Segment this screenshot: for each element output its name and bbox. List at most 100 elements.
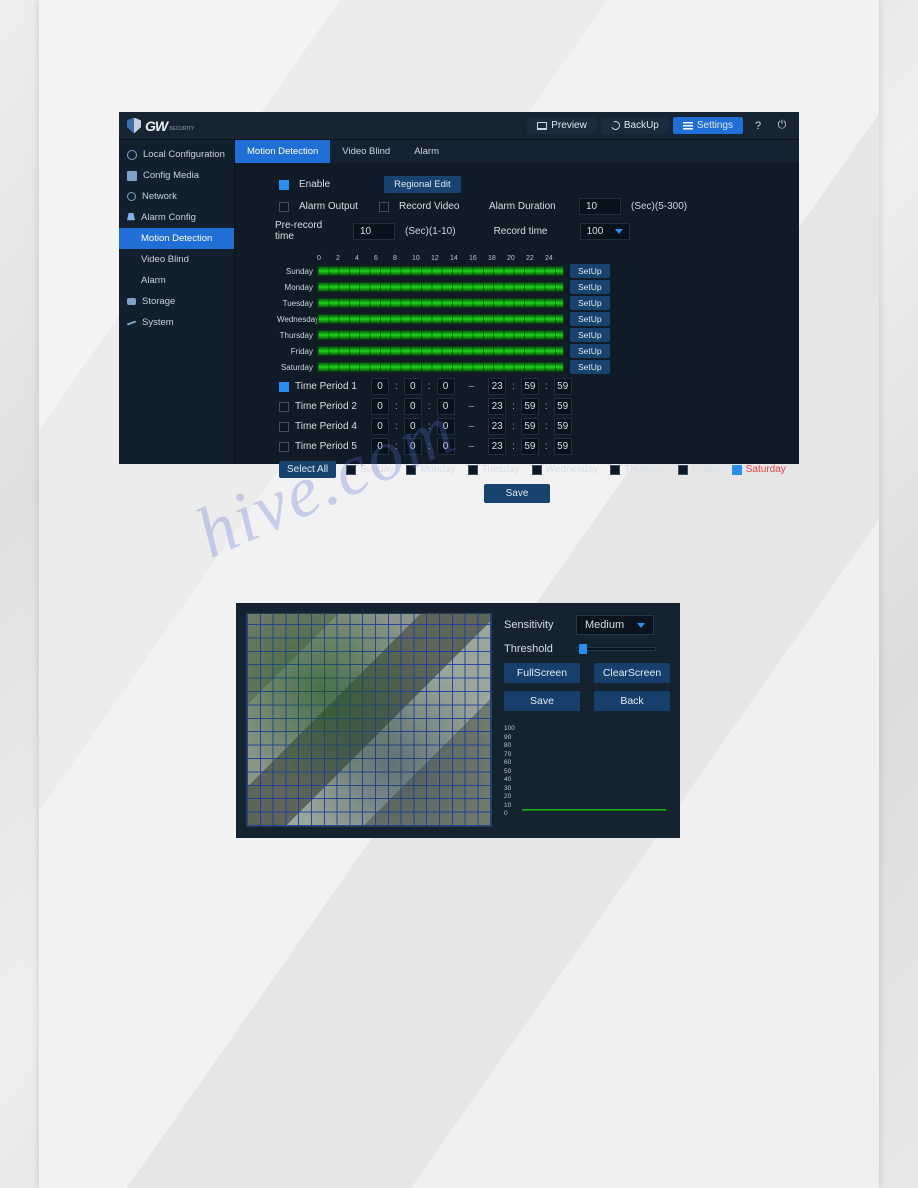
sidebar-item-storage[interactable]: Storage bbox=[119, 291, 234, 312]
tp-s1[interactable] bbox=[437, 398, 455, 415]
alarm-output-checkbox[interactable] bbox=[279, 202, 289, 212]
clearscreen-button[interactable]: ClearScreen bbox=[594, 663, 670, 683]
tp-s2[interactable] bbox=[554, 398, 572, 415]
tp-s2[interactable] bbox=[554, 418, 572, 435]
sidebar-item-video-blind[interactable]: Video Blind bbox=[119, 249, 234, 270]
tp-h2[interactable] bbox=[488, 438, 506, 455]
tp-m1[interactable] bbox=[404, 438, 422, 455]
tp-s1[interactable] bbox=[437, 438, 455, 455]
region-save-button[interactable]: Save bbox=[504, 691, 580, 711]
time-period-row: Time Period 1::–:: bbox=[279, 378, 799, 395]
slider-thumb[interactable] bbox=[579, 644, 587, 654]
time-period-checkbox[interactable] bbox=[279, 402, 289, 412]
tp-m1[interactable] bbox=[404, 378, 422, 395]
time-period-checkbox[interactable] bbox=[279, 382, 289, 392]
shield-icon bbox=[127, 118, 141, 134]
tp-m2[interactable] bbox=[521, 378, 539, 395]
sidebar-item-motion-detection[interactable]: Motion Detection bbox=[119, 228, 234, 249]
tab-motion-detection[interactable]: Motion Detection bbox=[235, 140, 330, 163]
prerecord-input[interactable] bbox=[353, 223, 395, 240]
day-checkbox-wednesday[interactable]: Wednesday bbox=[532, 464, 599, 475]
day-checkbox-friday[interactable]: Friday bbox=[678, 464, 720, 475]
schedule-bar[interactable] bbox=[317, 266, 564, 276]
time-period-checkbox[interactable] bbox=[279, 422, 289, 432]
sensitivity-select[interactable]: Medium bbox=[576, 615, 654, 635]
day-checkbox-monday[interactable]: Monday bbox=[406, 464, 456, 475]
sidebar-item-network[interactable]: Network bbox=[119, 186, 234, 207]
sidebar-item-alarm[interactable]: Alarm bbox=[119, 270, 234, 291]
preview-button[interactable]: Preview bbox=[527, 117, 597, 134]
tp-h1[interactable] bbox=[371, 378, 389, 395]
tp-h1[interactable] bbox=[371, 418, 389, 435]
tp-m2[interactable] bbox=[521, 418, 539, 435]
save-button[interactable]: Save bbox=[484, 484, 551, 503]
sidebar-item-label: Motion Detection bbox=[141, 233, 212, 244]
alarm-duration-input[interactable] bbox=[579, 198, 621, 215]
record-video-checkbox[interactable] bbox=[379, 202, 389, 212]
tab-alarm[interactable]: Alarm bbox=[402, 140, 451, 163]
tp-s2[interactable] bbox=[554, 438, 572, 455]
tp-h2[interactable] bbox=[488, 378, 506, 395]
schedule-setup-button[interactable]: SetUp bbox=[570, 360, 610, 374]
schedule-day-label: Saturday bbox=[277, 363, 317, 372]
tab-video-blind[interactable]: Video Blind bbox=[330, 140, 402, 163]
tp-s1[interactable] bbox=[437, 418, 455, 435]
tp-m1[interactable] bbox=[404, 398, 422, 415]
schedule-setup-button[interactable]: SetUp bbox=[570, 280, 610, 294]
schedule-bar[interactable] bbox=[317, 330, 564, 340]
threshold-slider[interactable] bbox=[576, 647, 656, 651]
enable-checkbox[interactable] bbox=[279, 180, 289, 190]
alarm-duration-hint: (Sec)(5-300) bbox=[631, 201, 687, 212]
help-button[interactable]: ? bbox=[749, 117, 767, 135]
day-check[interactable] bbox=[678, 465, 688, 475]
regional-edit-button[interactable]: Regional Edit bbox=[384, 176, 461, 193]
schedule-bar[interactable] bbox=[317, 346, 564, 356]
backup-label: BackUp bbox=[624, 120, 659, 131]
region-back-button[interactable]: Back bbox=[594, 691, 670, 711]
tp-m2[interactable] bbox=[521, 398, 539, 415]
tp-s2[interactable] bbox=[554, 378, 572, 395]
tp-s1[interactable] bbox=[437, 378, 455, 395]
day-check[interactable] bbox=[732, 465, 742, 475]
region-preview[interactable] bbox=[246, 613, 492, 827]
scale-tick: 70 bbox=[504, 751, 515, 758]
settings-button[interactable]: Settings bbox=[673, 117, 743, 134]
schedule-setup-button[interactable]: SetUp bbox=[570, 344, 610, 358]
record-time-select[interactable]: 100 bbox=[580, 223, 630, 240]
day-checkbox-tuesday[interactable]: Tuesday bbox=[468, 464, 520, 475]
sidebar-item-config-media[interactable]: Config Media bbox=[119, 165, 234, 186]
schedule-bar[interactable] bbox=[317, 362, 564, 372]
day-check[interactable] bbox=[406, 465, 416, 475]
schedule-setup-button[interactable]: SetUp bbox=[570, 296, 610, 310]
tp-m1[interactable] bbox=[404, 418, 422, 435]
tp-m2[interactable] bbox=[521, 438, 539, 455]
sidebar-item-local-config[interactable]: Local Configuration bbox=[119, 144, 234, 165]
schedule-bar[interactable] bbox=[317, 298, 564, 308]
sidebar-item-system[interactable]: System bbox=[119, 312, 234, 333]
tp-h1[interactable] bbox=[371, 438, 389, 455]
day-check[interactable] bbox=[468, 465, 478, 475]
tp-h2[interactable] bbox=[488, 418, 506, 435]
backup-button[interactable]: BackUp bbox=[601, 117, 669, 134]
fullscreen-button[interactable]: FullScreen bbox=[504, 663, 580, 683]
select-all-button[interactable]: Select All bbox=[279, 461, 336, 478]
day-check[interactable] bbox=[346, 465, 356, 475]
tp-h1[interactable] bbox=[371, 398, 389, 415]
day-checkbox-saturday[interactable]: Saturday bbox=[732, 464, 786, 475]
hour-tick: 8 bbox=[393, 255, 412, 262]
day-check[interactable] bbox=[610, 465, 620, 475]
time-period-checkbox[interactable] bbox=[279, 442, 289, 452]
schedule-setup-button[interactable]: SetUp bbox=[570, 312, 610, 326]
day-check[interactable] bbox=[532, 465, 542, 475]
tp-h2[interactable] bbox=[488, 398, 506, 415]
day-checkbox-thursday[interactable]: Thursday bbox=[610, 464, 666, 475]
day-checkbox-sunday[interactable]: Sunday bbox=[346, 464, 394, 475]
schedule-setup-button[interactable]: SetUp bbox=[570, 264, 610, 278]
schedule-setup-button[interactable]: SetUp bbox=[570, 328, 610, 342]
schedule-day-label: Wednesday bbox=[277, 315, 317, 324]
schedule-bar[interactable] bbox=[317, 282, 564, 292]
day-label: Friday bbox=[692, 464, 720, 475]
power-button[interactable]: ⏻ bbox=[773, 117, 791, 135]
sidebar-item-alarm-config[interactable]: Alarm Config bbox=[119, 207, 234, 228]
schedule-bar[interactable] bbox=[317, 314, 564, 324]
